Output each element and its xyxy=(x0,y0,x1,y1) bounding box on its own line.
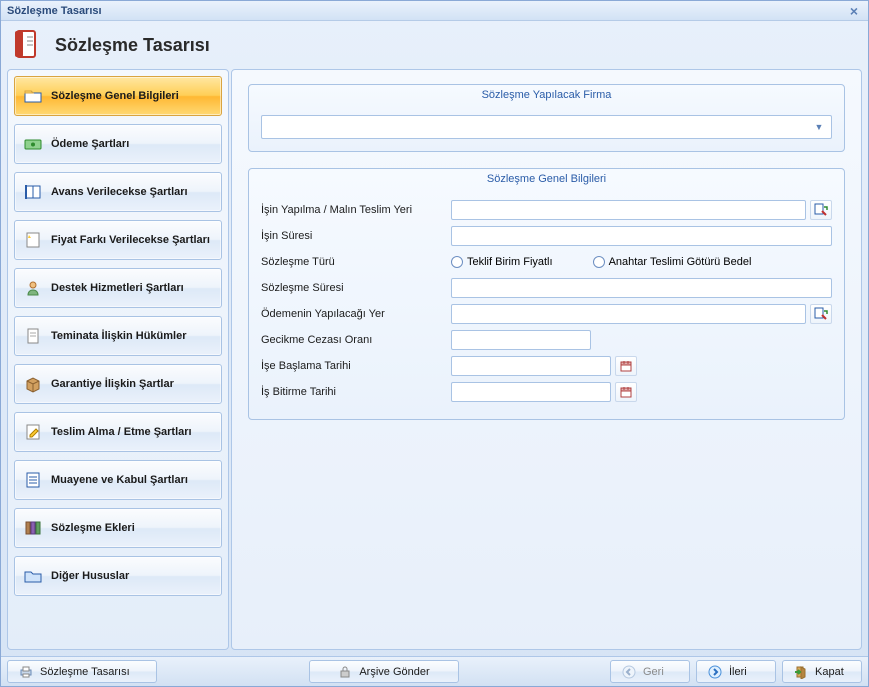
back-button[interactable]: Geri xyxy=(610,660,690,683)
button-label: İleri xyxy=(729,666,747,678)
sidebar-item-label: Teslim Alma / Etme Şartları xyxy=(51,426,213,438)
group-title-genel: Sözleşme Genel Bilgileri xyxy=(249,169,844,191)
radio-label: Teklif Birim Fiyatlı xyxy=(467,256,553,268)
sidebar-item-label: Ödeme Şartları xyxy=(51,138,213,150)
list-icon xyxy=(23,470,43,490)
sidebar-item-label: Sözleşme Ekleri xyxy=(51,522,213,534)
box-icon xyxy=(23,374,43,394)
input-bitirme-tarihi[interactable] xyxy=(451,382,611,402)
body: Sözleşme Genel Bilgileri Ödeme Şartları … xyxy=(1,69,868,656)
footer: Sözleşme Tasarısı Arşive Gönder Geri İle… xyxy=(1,656,868,686)
lookup-button[interactable] xyxy=(810,304,832,324)
contract-icon xyxy=(13,29,45,61)
person-icon xyxy=(23,278,43,298)
books-icon xyxy=(23,518,43,538)
folder-icon xyxy=(23,566,43,586)
sidebar-item-teslim[interactable]: Teslim Alma / Etme Şartları xyxy=(14,412,222,452)
firma-dropdown[interactable]: ▼ xyxy=(261,115,832,139)
sidebar-item-label: Destek Hizmetleri Şartları xyxy=(51,282,213,294)
button-label: Arşive Gönder xyxy=(359,666,429,678)
date-picker-button[interactable] xyxy=(615,356,637,376)
sidebar: Sözleşme Genel Bilgileri Ödeme Şartları … xyxy=(7,69,229,650)
document-icon xyxy=(23,326,43,346)
input-baslama-tarihi[interactable] xyxy=(451,356,611,376)
sidebar-item-label: Fiyat Farkı Verilecekse Şartları xyxy=(51,234,213,246)
calendar-icon xyxy=(619,385,633,399)
printer-icon xyxy=(18,664,34,680)
close-icon[interactable]: × xyxy=(846,3,862,19)
radio-anahtar-teslimi[interactable]: Anahtar Teslimi Götürü Bedel xyxy=(593,256,752,268)
input-teslim-yeri[interactable] xyxy=(451,200,806,220)
sidebar-item-label: Muayene ve Kabul Şartları xyxy=(51,474,213,486)
next-button[interactable]: İleri xyxy=(696,660,776,683)
sidebar-item-label: Teminata İlişkin Hükümler xyxy=(51,330,213,342)
window: Sözleşme Tasarısı × Sözleşme Tasarısı Sö… xyxy=(0,0,869,687)
label-bitirme-tarihi: İş Bitirme Tarihi xyxy=(261,386,451,398)
label-gecikme-cezasi: Gecikme Cezası Oranı xyxy=(261,334,451,346)
label-isin-suresi: İşin Süresi xyxy=(261,230,451,242)
archive-button[interactable]: Arşive Gönder xyxy=(309,660,459,683)
sidebar-item-destek[interactable]: Destek Hizmetleri Şartları xyxy=(14,268,222,308)
titlebar: Sözleşme Tasarısı × xyxy=(1,1,868,21)
arrow-right-icon xyxy=(707,664,723,680)
sidebar-item-genel-bilgiler[interactable]: Sözleşme Genel Bilgileri xyxy=(14,76,222,116)
sidebar-item-label: Avans Verilecekse Şartları xyxy=(51,186,213,198)
button-label: Geri xyxy=(643,666,664,678)
money-icon xyxy=(23,134,43,154)
main-panel: Sözleşme Yapılacak Firma ▼ Sözleşme Gene… xyxy=(231,69,862,650)
book-icon xyxy=(23,182,43,202)
chevron-down-icon: ▼ xyxy=(811,119,827,135)
label-sozlesme-suresi: Sözleşme Süresi xyxy=(261,282,451,294)
input-isin-suresi[interactable] xyxy=(451,226,832,246)
sidebar-item-label: Diğer Hususlar xyxy=(51,570,213,582)
sidebar-item-ekler[interactable]: Sözleşme Ekleri xyxy=(14,508,222,548)
group-genel: Sözleşme Genel Bilgileri İşin Yapılma / … xyxy=(248,168,845,420)
door-icon xyxy=(793,664,809,680)
group-firma: Sözleşme Yapılacak Firma ▼ xyxy=(248,84,845,152)
button-label: Sözleşme Tasarısı xyxy=(40,666,130,678)
lookup-button[interactable] xyxy=(810,200,832,220)
close-button[interactable]: Kapat xyxy=(782,660,862,683)
sidebar-item-muayene[interactable]: Muayene ve Kabul Şartları xyxy=(14,460,222,500)
edit-icon xyxy=(23,422,43,442)
group-title-firma: Sözleşme Yapılacak Firma xyxy=(249,85,844,107)
label-odeme-yeri: Ödemenin Yapılacağı Yer xyxy=(261,308,451,320)
lookup-icon xyxy=(814,307,828,321)
lookup-icon xyxy=(814,203,828,217)
input-sozlesme-suresi[interactable] xyxy=(451,278,832,298)
sidebar-item-teminat[interactable]: Teminata İlişkin Hükümler xyxy=(14,316,222,356)
header: Sözleşme Tasarısı xyxy=(1,21,868,69)
print-button[interactable]: Sözleşme Tasarısı xyxy=(7,660,157,683)
input-gecikme-cezasi[interactable] xyxy=(451,330,591,350)
folder-icon xyxy=(23,86,43,106)
radio-icon xyxy=(593,256,605,268)
sidebar-item-odeme-sartlari[interactable]: Ödeme Şartları xyxy=(14,124,222,164)
note-star-icon xyxy=(23,230,43,250)
lock-icon xyxy=(337,664,353,680)
radio-label: Anahtar Teslimi Götürü Bedel xyxy=(609,256,752,268)
radio-teklif-birim[interactable]: Teklif Birim Fiyatlı xyxy=(451,256,553,268)
sidebar-item-label: Sözleşme Genel Bilgileri xyxy=(51,90,213,102)
label-baslama-tarihi: İşe Başlama Tarihi xyxy=(261,360,451,372)
sidebar-item-garanti[interactable]: Garantiye İlişkin Şartlar xyxy=(14,364,222,404)
sidebar-item-avans[interactable]: Avans Verilecekse Şartları xyxy=(14,172,222,212)
label-teslim-yeri: İşin Yapılma / Malın Teslim Yeri xyxy=(261,204,451,216)
page-title: Sözleşme Tasarısı xyxy=(55,35,210,56)
input-odeme-yeri[interactable] xyxy=(451,304,806,324)
sidebar-item-fiyat-farki[interactable]: Fiyat Farkı Verilecekse Şartları xyxy=(14,220,222,260)
button-label: Kapat xyxy=(815,666,844,678)
window-title: Sözleşme Tasarısı xyxy=(7,5,102,17)
date-picker-button[interactable] xyxy=(615,382,637,402)
label-sozlesme-turu: Sözleşme Türü xyxy=(261,256,451,268)
radio-icon xyxy=(451,256,463,268)
calendar-icon xyxy=(619,359,633,373)
sidebar-item-diger[interactable]: Diğer Hususlar xyxy=(14,556,222,596)
sidebar-item-label: Garantiye İlişkin Şartlar xyxy=(51,378,213,390)
arrow-left-icon xyxy=(621,664,637,680)
